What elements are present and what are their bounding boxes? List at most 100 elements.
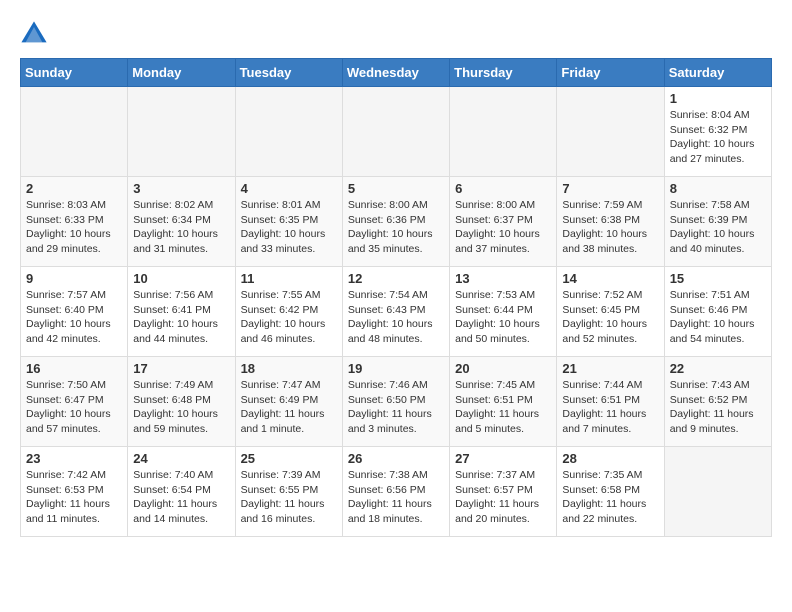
day-header-thursday: Thursday [450,59,557,87]
calendar-cell: 15 Sunrise: 7:51 AM Sunset: 6:46 PM Dayli… [664,267,771,357]
calendar-cell: 9 Sunrise: 7:57 AM Sunset: 6:40 PM Daylig… [21,267,128,357]
day-info: Sunrise: 7:57 AM Sunset: 6:40 PM Dayligh… [26,288,122,347]
day-info: Sunrise: 7:56 AM Sunset: 6:41 PM Dayligh… [133,288,229,347]
calendar-cell: 18 Sunrise: 7:47 AM Sunset: 6:49 PM Dayli… [235,357,342,447]
day-info: Sunrise: 7:42 AM Sunset: 6:53 PM Dayligh… [26,468,122,527]
day-info: Sunrise: 7:49 AM Sunset: 6:48 PM Dayligh… [133,378,229,437]
day-number: 19 [348,361,444,376]
day-number: 24 [133,451,229,466]
day-header-saturday: Saturday [664,59,771,87]
day-number: 13 [455,271,551,286]
day-number: 17 [133,361,229,376]
calendar-cell: 5 Sunrise: 8:00 AM Sunset: 6:36 PM Daylig… [342,177,449,267]
day-info: Sunrise: 7:54 AM Sunset: 6:43 PM Dayligh… [348,288,444,347]
calendar-week-row: 23 Sunrise: 7:42 AM Sunset: 6:53 PM Dayli… [21,447,772,537]
calendar-header-row: SundayMondayTuesdayWednesdayThursdayFrid… [21,59,772,87]
day-info: Sunrise: 8:04 AM Sunset: 6:32 PM Dayligh… [670,108,766,167]
day-info: Sunrise: 7:50 AM Sunset: 6:47 PM Dayligh… [26,378,122,437]
calendar-cell: 27 Sunrise: 7:37 AM Sunset: 6:57 PM Dayli… [450,447,557,537]
calendar-cell: 6 Sunrise: 8:00 AM Sunset: 6:37 PM Daylig… [450,177,557,267]
calendar-cell: 8 Sunrise: 7:58 AM Sunset: 6:39 PM Daylig… [664,177,771,267]
day-info: Sunrise: 7:37 AM Sunset: 6:57 PM Dayligh… [455,468,551,527]
day-info: Sunrise: 8:01 AM Sunset: 6:35 PM Dayligh… [241,198,337,257]
day-number: 5 [348,181,444,196]
day-info: Sunrise: 7:51 AM Sunset: 6:46 PM Dayligh… [670,288,766,347]
day-number: 9 [26,271,122,286]
calendar-week-row: 16 Sunrise: 7:50 AM Sunset: 6:47 PM Dayli… [21,357,772,447]
day-number: 23 [26,451,122,466]
day-header-tuesday: Tuesday [235,59,342,87]
day-number: 11 [241,271,337,286]
day-info: Sunrise: 7:38 AM Sunset: 6:56 PM Dayligh… [348,468,444,527]
day-number: 18 [241,361,337,376]
day-info: Sunrise: 7:52 AM Sunset: 6:45 PM Dayligh… [562,288,658,347]
day-number: 20 [455,361,551,376]
day-number: 10 [133,271,229,286]
page-header [20,20,772,48]
calendar-cell: 1 Sunrise: 8:04 AM Sunset: 6:32 PM Daylig… [664,87,771,177]
logo-icon [20,20,48,48]
logo [20,20,52,48]
calendar-cell [664,447,771,537]
day-number: 22 [670,361,766,376]
day-number: 6 [455,181,551,196]
day-number: 1 [670,91,766,106]
day-info: Sunrise: 7:44 AM Sunset: 6:51 PM Dayligh… [562,378,658,437]
day-info: Sunrise: 8:02 AM Sunset: 6:34 PM Dayligh… [133,198,229,257]
calendar-cell: 2 Sunrise: 8:03 AM Sunset: 6:33 PM Daylig… [21,177,128,267]
day-info: Sunrise: 7:35 AM Sunset: 6:58 PM Dayligh… [562,468,658,527]
day-info: Sunrise: 7:45 AM Sunset: 6:51 PM Dayligh… [455,378,551,437]
calendar-cell: 17 Sunrise: 7:49 AM Sunset: 6:48 PM Dayli… [128,357,235,447]
day-number: 2 [26,181,122,196]
day-info: Sunrise: 7:58 AM Sunset: 6:39 PM Dayligh… [670,198,766,257]
day-info: Sunrise: 7:39 AM Sunset: 6:55 PM Dayligh… [241,468,337,527]
calendar: SundayMondayTuesdayWednesdayThursdayFrid… [20,58,772,537]
calendar-cell: 23 Sunrise: 7:42 AM Sunset: 6:53 PM Dayli… [21,447,128,537]
calendar-cell: 14Sunrise: 7:52 AM Sunset: 6:45 PM Dayli… [557,267,664,357]
calendar-cell: 19 Sunrise: 7:46 AM Sunset: 6:50 PM Dayli… [342,357,449,447]
calendar-cell [21,87,128,177]
calendar-cell: 25 Sunrise: 7:39 AM Sunset: 6:55 PM Dayli… [235,447,342,537]
calendar-cell: 22 Sunrise: 7:43 AM Sunset: 6:52 PM Dayli… [664,357,771,447]
calendar-cell: 21 Sunrise: 7:44 AM Sunset: 6:51 PM Dayli… [557,357,664,447]
calendar-cell: 7Sunrise: 7:59 AM Sunset: 6:38 PM Daylig… [557,177,664,267]
day-info: Sunrise: 8:03 AM Sunset: 6:33 PM Dayligh… [26,198,122,257]
day-header-wednesday: Wednesday [342,59,449,87]
day-info: Sunrise: 8:00 AM Sunset: 6:36 PM Dayligh… [348,198,444,257]
calendar-cell [128,87,235,177]
calendar-week-row: 9 Sunrise: 7:57 AM Sunset: 6:40 PM Daylig… [21,267,772,357]
day-header-friday: Friday [557,59,664,87]
calendar-cell: 3 Sunrise: 8:02 AM Sunset: 6:34 PM Daylig… [128,177,235,267]
calendar-week-row: 2 Sunrise: 8:03 AM Sunset: 6:33 PM Daylig… [21,177,772,267]
day-info: Sunrise: 7:53 AM Sunset: 6:44 PM Dayligh… [455,288,551,347]
day-number: 16 [26,361,122,376]
day-info: Sunrise: 8:00 AM Sunset: 6:37 PM Dayligh… [455,198,551,257]
day-header-monday: Monday [128,59,235,87]
calendar-cell: 20 Sunrise: 7:45 AM Sunset: 6:51 PM Dayli… [450,357,557,447]
day-info: Sunrise: 7:43 AM Sunset: 6:52 PM Dayligh… [670,378,766,437]
day-number: 21 [562,361,658,376]
calendar-cell: 16 Sunrise: 7:50 AM Sunset: 6:47 PM Dayli… [21,357,128,447]
day-info: Sunrise: 7:40 AM Sunset: 6:54 PM Dayligh… [133,468,229,527]
day-header-sunday: Sunday [21,59,128,87]
day-number: 7 [562,181,658,196]
day-number: 8 [670,181,766,196]
day-number: 4 [241,181,337,196]
calendar-cell: 13 Sunrise: 7:53 AM Sunset: 6:44 PM Dayli… [450,267,557,357]
day-number: 15 [670,271,766,286]
calendar-cell: 26Sunrise: 7:38 AM Sunset: 6:56 PM Dayli… [342,447,449,537]
day-number: 25 [241,451,337,466]
day-number: 3 [133,181,229,196]
calendar-cell: 12 Sunrise: 7:54 AM Sunset: 6:43 PM Dayli… [342,267,449,357]
calendar-cell [450,87,557,177]
day-info: Sunrise: 7:46 AM Sunset: 6:50 PM Dayligh… [348,378,444,437]
calendar-cell [235,87,342,177]
calendar-cell: 28Sunrise: 7:35 AM Sunset: 6:58 PM Dayli… [557,447,664,537]
calendar-cell [557,87,664,177]
calendar-cell: 10 Sunrise: 7:56 AM Sunset: 6:41 PM Dayli… [128,267,235,357]
day-number: 12 [348,271,444,286]
calendar-week-row: 1 Sunrise: 8:04 AM Sunset: 6:32 PM Daylig… [21,87,772,177]
day-info: Sunrise: 7:47 AM Sunset: 6:49 PM Dayligh… [241,378,337,437]
calendar-cell: 24 Sunrise: 7:40 AM Sunset: 6:54 PM Dayli… [128,447,235,537]
day-number: 27 [455,451,551,466]
